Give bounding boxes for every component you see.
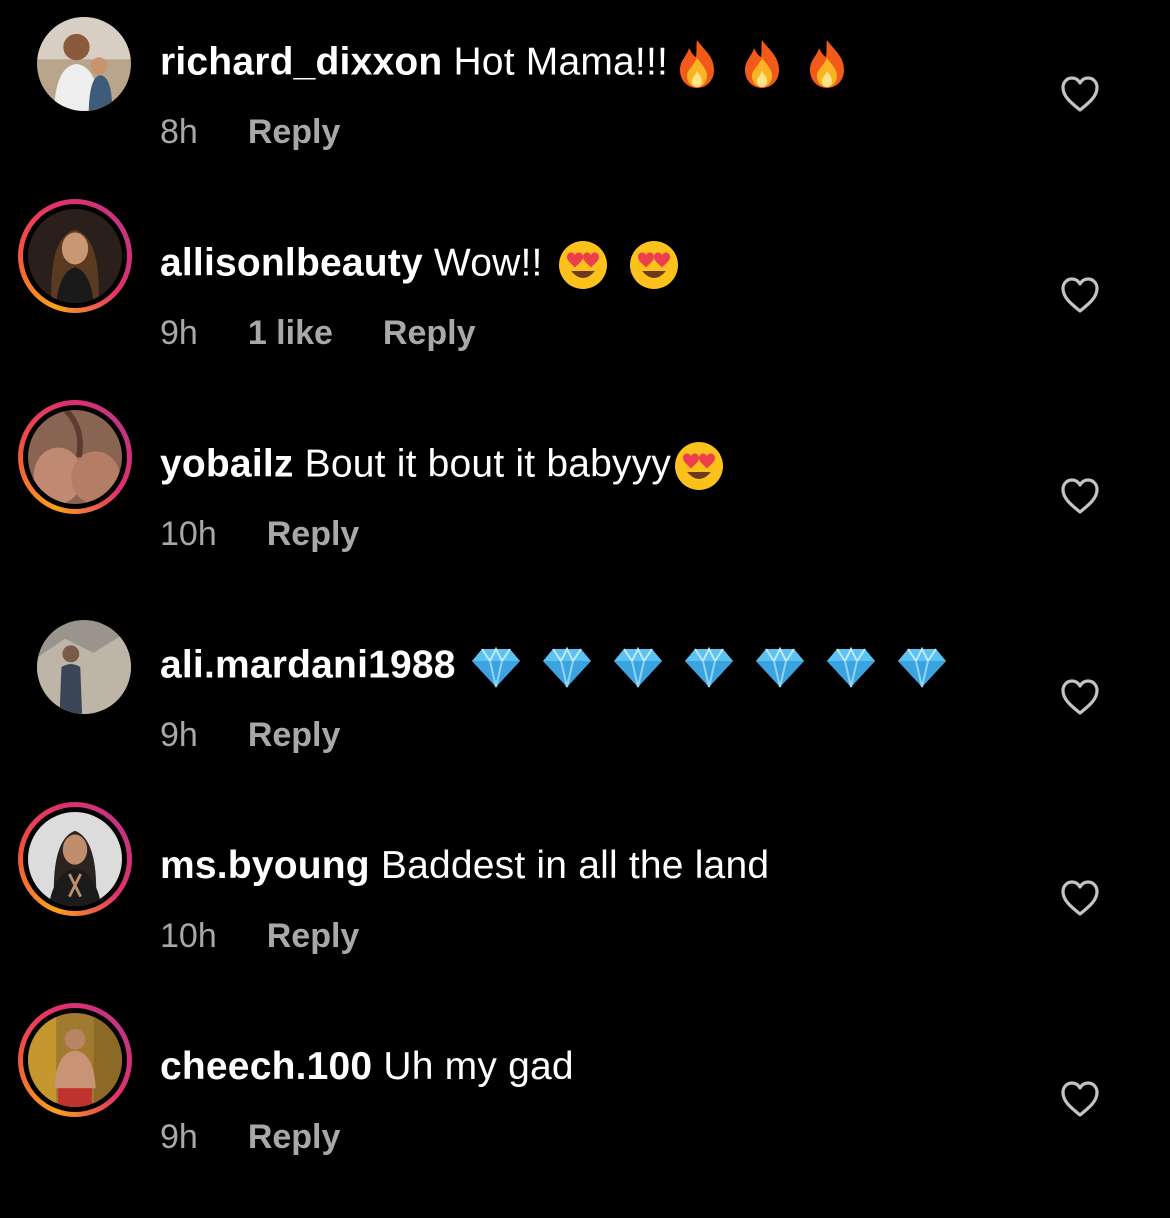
comment-time: 10h	[160, 917, 217, 955]
comment-username[interactable]: cheech.100	[160, 1045, 372, 1088]
gem-emoji-icon	[542, 646, 591, 688]
like-heart-icon[interactable]	[1060, 276, 1100, 314]
comment-emoji-row	[557, 239, 688, 291]
comment-item: richard_dixxon Hot Mama!!! 8h Reply	[0, 0, 1170, 190]
comment-emoji-row	[674, 38, 858, 90]
comment-meta: 9h 1 like Reply	[160, 313, 526, 353]
avatar-photo-icon	[28, 812, 122, 906]
avatar-photo-icon	[37, 620, 131, 714]
comment-text-line: richard_dixxon Hot Mama!!!	[160, 38, 858, 90]
comment-time: 10h	[160, 515, 217, 553]
comment-meta: 10h Reply	[160, 514, 409, 554]
like-heart-icon[interactable]	[1060, 678, 1100, 716]
avatar[interactable]	[37, 17, 131, 111]
fire-emoji-icon	[680, 40, 715, 88]
avatar-photo-icon	[28, 1013, 122, 1107]
like-heart-icon[interactable]	[1060, 75, 1100, 113]
gem-emoji-icon	[826, 646, 875, 688]
comment-item: ms.byoung Baddest in all the land 10h Rep…	[0, 802, 1170, 994]
comment-meta: 9h Reply	[160, 1117, 390, 1157]
comment-meta: 8h Reply	[160, 112, 390, 152]
comment-text-line: cheech.100 Uh my gad	[160, 1043, 574, 1091]
comment-text-line: ms.byoung Baddest in all the land	[160, 842, 769, 890]
avatar[interactable]	[18, 199, 132, 313]
reply-button[interactable]: Reply	[383, 314, 476, 352]
gem-emoji-icon	[684, 646, 733, 688]
comment-time: 9h	[160, 716, 198, 754]
comment-username[interactable]: richard_dixxon	[160, 40, 442, 83]
fire-emoji-icon	[810, 40, 845, 88]
comment-username[interactable]: yobailz	[160, 442, 294, 485]
reply-button[interactable]: Reply	[248, 113, 341, 151]
comment-likes[interactable]: 1 like	[248, 314, 333, 352]
comment-meta: 10h Reply	[160, 916, 409, 956]
comment-username[interactable]: ms.byoung	[160, 844, 370, 887]
comments-list: richard_dixxon Hot Mama!!! 8h Reply alli…	[0, 0, 1170, 1218]
reply-button[interactable]: Reply	[267, 515, 360, 553]
comment-time: 8h	[160, 113, 198, 151]
comment-item: yobailz Bout it bout it babyyy 10h Reply	[0, 400, 1170, 592]
comment-item: cheech.100 Uh my gad 9h Reply	[0, 1003, 1170, 1195]
avatar[interactable]	[18, 1003, 132, 1117]
gem-emoji-icon	[897, 646, 946, 688]
comment-text-line: ali.mardani1988	[160, 641, 956, 693]
heart-eyes-emoji-icon	[558, 241, 607, 289]
avatar-photo-icon	[37, 17, 131, 111]
reply-button[interactable]: Reply	[267, 917, 360, 955]
comment-item: allisonlbeauty Wow!! 9h 1 like Reply	[0, 199, 1170, 391]
comment-time: 9h	[160, 314, 198, 352]
avatar-photo-icon	[28, 209, 122, 303]
heart-eyes-emoji-icon	[629, 241, 678, 289]
comment-item: ali.mardani1988 9h Reply	[0, 603, 1170, 793]
heart-eyes-emoji-icon	[675, 442, 724, 490]
like-heart-icon[interactable]	[1060, 879, 1100, 917]
gem-emoji-icon	[613, 646, 662, 688]
avatar[interactable]	[18, 400, 132, 514]
avatar-photo-icon	[28, 410, 122, 504]
avatar[interactable]	[37, 620, 131, 714]
gem-emoji-icon	[471, 646, 520, 688]
comment-username[interactable]: ali.mardani1988	[160, 643, 456, 686]
comment-emoji-row	[470, 641, 956, 693]
comment-emoji-row	[673, 440, 733, 492]
comment-text: Baddest in all the land	[380, 844, 770, 887]
comment-time: 9h	[160, 1118, 198, 1156]
fire-emoji-icon	[745, 40, 780, 88]
reply-button[interactable]: Reply	[248, 716, 341, 754]
comment-meta: 9h Reply	[160, 715, 390, 755]
comment-username[interactable]: allisonlbeauty	[160, 241, 423, 284]
comment-text-line: allisonlbeauty Wow!!	[160, 239, 688, 291]
comment-text-line: yobailz Bout it bout it babyyy	[160, 440, 733, 492]
reply-button[interactable]: Reply	[248, 1118, 341, 1156]
comment-text: Bout it bout it babyyy	[304, 442, 672, 486]
comment-text: Uh my gad	[383, 1045, 574, 1088]
gem-emoji-icon	[755, 646, 804, 688]
comment-text: Hot Mama!!!	[453, 40, 669, 84]
comment-text: Wow!!	[433, 241, 543, 285]
like-heart-icon[interactable]	[1060, 1080, 1100, 1118]
avatar[interactable]	[18, 802, 132, 916]
like-heart-icon[interactable]	[1060, 477, 1100, 515]
